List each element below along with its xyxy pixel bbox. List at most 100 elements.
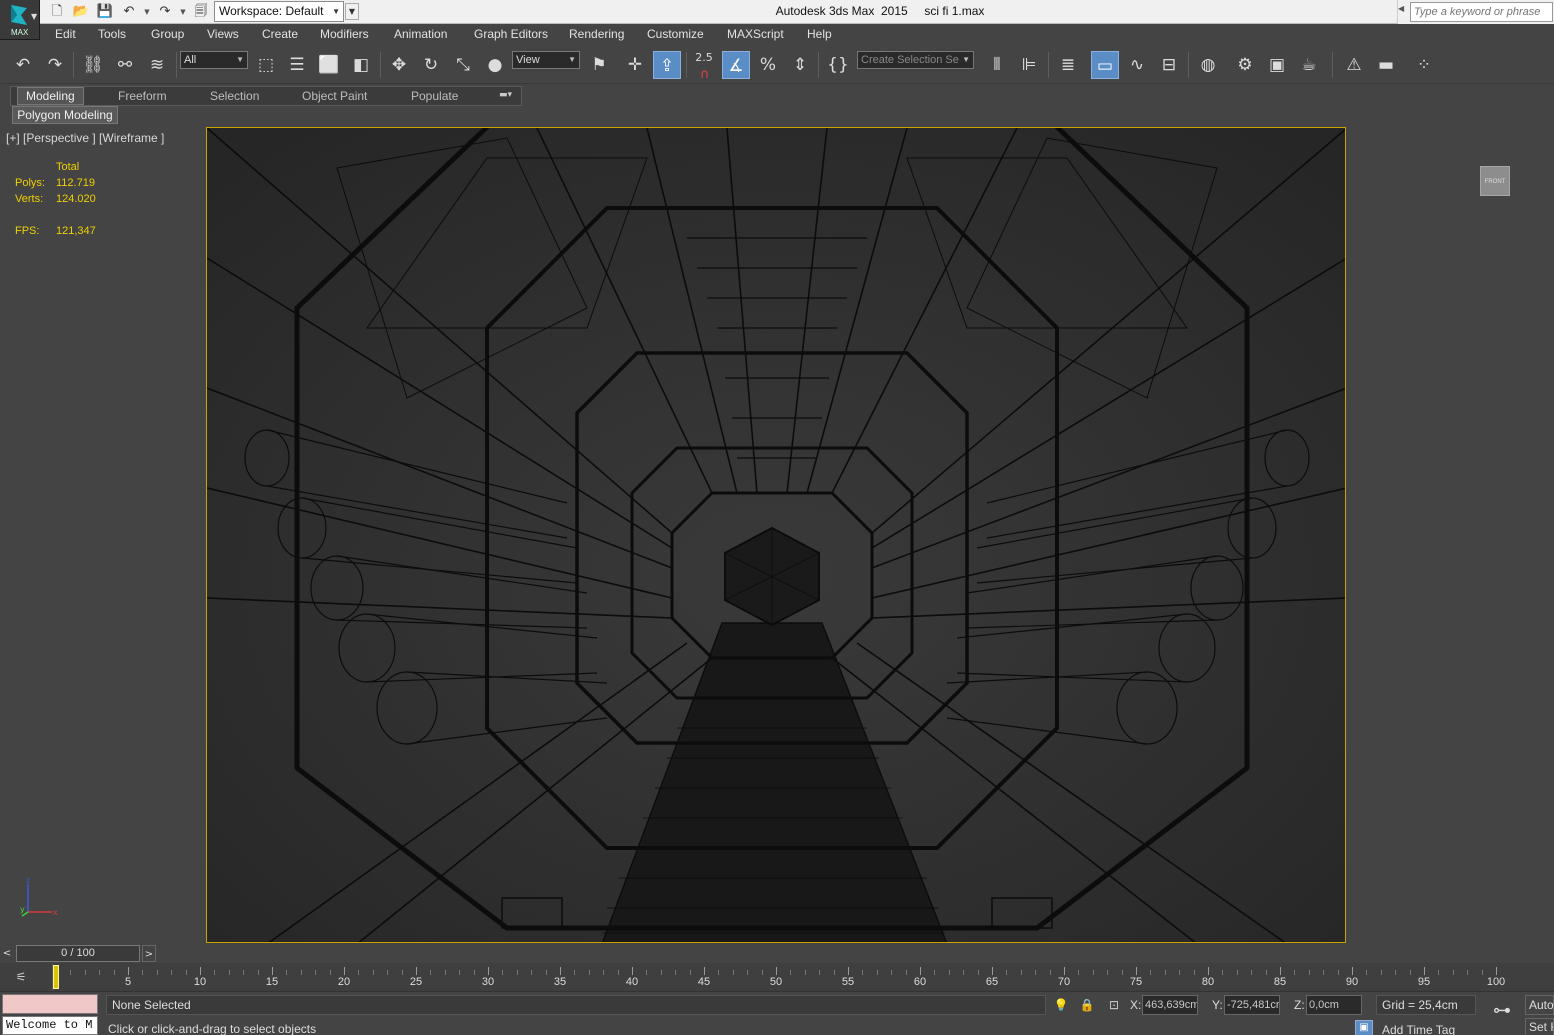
frame-tick [257,970,259,975]
material-editor-icon[interactable]: ◍ [1194,51,1222,79]
redo-icon[interactable]: ↷ [156,3,174,21]
tab-populate[interactable]: Populate [411,89,458,103]
ribbon-options-icon[interactable]: ▬▾ [499,90,512,100]
search-input[interactable] [1410,2,1553,22]
unlink-selection-icon[interactable]: ⚯ [111,51,139,79]
set-key-icon[interactable]: ⊶ [1488,1000,1516,1022]
ruler-icon[interactable]: ▬ [1372,51,1400,79]
save-file-icon[interactable]: 💾 [96,3,114,21]
menu-modifiers[interactable]: Modifiers [320,27,369,41]
next-frame-icon[interactable]: > [142,945,156,962]
edit-named-selection-icon[interactable]: {} [824,51,852,79]
menu-rendering[interactable]: Rendering [569,27,624,41]
move-icon[interactable]: ✥ [385,51,413,79]
pivot-center-icon[interactable]: ✛ [621,51,649,79]
percent-snap-icon[interactable]: % [754,51,782,79]
open-file-icon[interactable]: 📂 [72,3,90,21]
z-coordinate-field[interactable]: 0,0cm [1306,995,1362,1015]
time-slider-thumb[interactable]: 0 / 100 [16,945,140,962]
polygon-modeling-panel[interactable]: Polygon Modeling [12,106,118,124]
menu-help[interactable]: Help [807,27,832,41]
auto-key-button[interactable]: Auto [1525,995,1554,1015]
render-production-icon[interactable]: ☕ [1295,51,1323,79]
particle-view-icon[interactable]: ⁘ [1410,51,1438,79]
viewport-safe-frame[interactable] [206,127,1346,943]
select-object-icon[interactable]: ⬚ [252,51,280,79]
x-coordinate-field[interactable]: 463,639cm [1142,995,1198,1015]
spinner-snap-icon[interactable]: ⇕ [786,51,814,79]
new-file-icon[interactable]: 🗋 [48,3,66,21]
placement-icon[interactable]: ● [481,51,509,79]
manipulate-icon[interactable]: ⇪ [653,51,681,79]
bind-to-space-warp-icon[interactable]: ≋ [143,51,171,79]
track-area[interactable]: 0510152025303540455055606570758085909510… [52,963,1505,991]
frame-tick [358,970,360,975]
menu-graph-editors[interactable]: Graph Editors [474,27,548,41]
toggle-ribbon-icon[interactable]: ▭ [1091,51,1119,79]
tab-selection[interactable]: Selection [210,89,259,103]
current-time-marker[interactable] [53,965,59,989]
menu-create[interactable]: Create [262,27,298,41]
select-and-link-icon[interactable]: ⛓ [79,51,107,79]
select-manipulate-icon[interactable]: ⚑ [585,51,613,79]
menu-group[interactable]: Group [151,27,184,41]
chevron-down-icon: ▼ [962,55,970,64]
viewcube-front[interactable]: FRONT [1480,166,1510,196]
render-setup-icon[interactable]: ⚙ [1231,51,1259,79]
workspace-extra-dropdown-icon[interactable]: ▼ [345,3,359,20]
schematic-view-icon[interactable]: ⊟ [1155,51,1183,79]
window-crossing-icon[interactable]: ◧ [347,51,375,79]
set-key-button[interactable]: Set K [1525,1018,1554,1035]
layer-manager-icon[interactable]: ≣ [1054,51,1082,79]
undo-icon[interactable]: ↶ [9,51,37,79]
add-time-tag-button[interactable]: Add Time Tag [1382,1023,1455,1035]
snaps-toggle-icon[interactable]: 2.5 ∩ [690,51,718,83]
rendered-frame-window-icon[interactable]: ▣ [1263,51,1291,79]
tab-freeform[interactable]: Freeform [118,89,167,103]
redo-dropdown-icon[interactable]: ▼ [178,3,188,21]
selection-filter-select[interactable]: All ▼ [180,51,248,69]
select-by-name-icon[interactable]: ☰ [283,51,311,79]
redo-icon[interactable]: ↷ [41,51,69,79]
reference-coordinate-select[interactable]: View ▼ [512,51,580,69]
z-coordinate-label: Z: [1294,998,1305,1012]
absolute-transform-icon[interactable]: ⊡ [1105,996,1123,1014]
menu-tools[interactable]: Tools [98,27,126,41]
align-icon[interactable]: ⊫ [1015,51,1043,79]
stats-verts-value: 124.020 [56,193,96,205]
rectangular-selection-icon[interactable]: ⬜ [315,51,343,79]
maxscript-listener-input[interactable]: Welcome to M [2,1016,98,1035]
curve-editor-icon[interactable]: ∿ [1123,51,1151,79]
y-coordinate-field[interactable]: -725,481cr [1224,995,1280,1015]
previous-frame-icon[interactable]: < [0,945,14,962]
named-selection-sets-select[interactable]: Create Selection Se ▼ [857,51,974,69]
walkthrough-icon[interactable]: ⚠ [1340,51,1368,79]
workspace-select[interactable]: Workspace: Default ▼ [214,1,344,22]
viewport-label[interactable]: [+] [Perspective ] [Wireframe ] [6,131,164,145]
frame-tick-label: 50 [769,976,783,988]
maxscript-listener-output[interactable] [2,994,98,1014]
tab-modeling[interactable]: Modeling [17,87,84,105]
named-selection-placeholder: Create Selection Se [861,54,959,66]
undo-dropdown-icon[interactable]: ▼ [142,3,152,21]
isolate-selection-icon[interactable]: 💡 [1052,996,1070,1014]
menu-edit[interactable]: Edit [55,27,76,41]
frame-tick [1092,970,1094,975]
time-tag-icon[interactable]: ▣ [1355,1020,1373,1035]
lock-selection-icon[interactable]: 🔒 [1078,996,1096,1014]
menu-customize[interactable]: Customize [647,27,704,41]
angle-snap-icon[interactable]: ∡ [722,51,750,79]
tab-object-paint[interactable]: Object Paint [302,89,367,103]
scale-icon[interactable]: ⤡ [449,51,477,79]
menu-animation[interactable]: Animation [394,27,447,41]
project-folder-icon[interactable]: 🗐 [192,3,210,21]
menu-views[interactable]: Views [207,27,239,41]
application-menu-button[interactable]: MAX ▼ [0,0,40,40]
rotate-icon[interactable]: ↻ [417,51,445,79]
search-expand-icon[interactable]: ◀ [1398,4,1408,13]
perspective-viewport[interactable]: [+] [Perspective ] [Wireframe ] Total Po… [0,126,1554,944]
mirror-icon[interactable]: ⫴ [983,51,1011,79]
menu-maxscript[interactable]: MAXScript [727,27,784,41]
undo-icon[interactable]: ↶ [120,3,138,21]
mini-curve-editor-icon[interactable]: ⚟ [10,969,32,986]
